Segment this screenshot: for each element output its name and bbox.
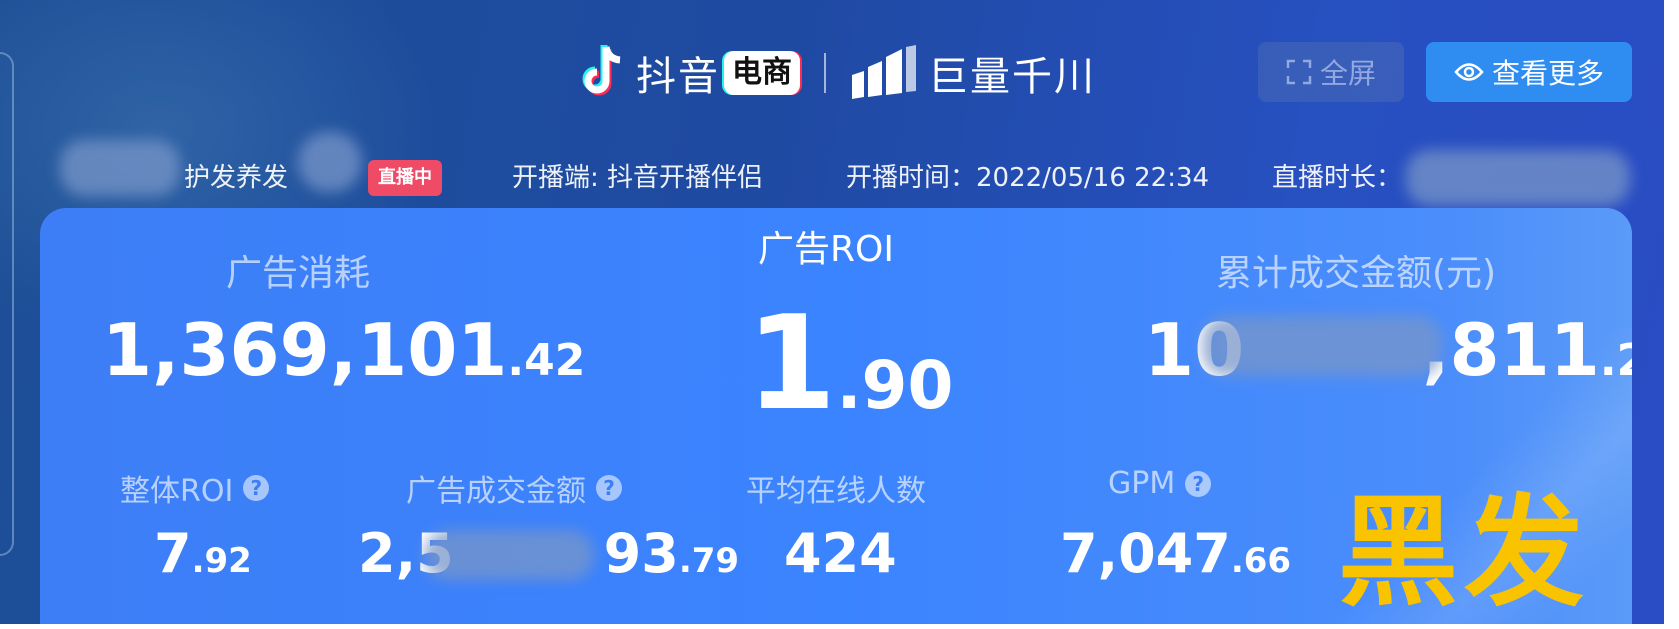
- view-more-button[interactable]: 查看更多: [1426, 42, 1632, 102]
- avg-online-label: 平均在线人数: [746, 466, 926, 510]
- avg-online-int: 424: [784, 522, 897, 585]
- gpm-label: GPM?: [1108, 466, 1212, 501]
- ad-gmv-label: 广告成交金额?: [406, 466, 622, 510]
- gpm-int: 7,047: [1060, 522, 1231, 585]
- left-frame: [0, 52, 14, 556]
- blurred-region: [298, 132, 362, 192]
- gpm-label-text: GPM: [1108, 466, 1176, 501]
- ad-roi-label: 广告ROI: [758, 229, 894, 270]
- ad-cost-value: 1,369,101.42: [102, 308, 585, 392]
- ad-gmv-dec: .79: [678, 541, 740, 581]
- ad-cost-int: 1,369,101: [102, 308, 508, 392]
- help-icon[interactable]: ?: [1185, 470, 1212, 497]
- ad-roi-value: 1.90: [746, 298, 953, 451]
- fullscreen-button[interactable]: 全屏: [1258, 42, 1404, 102]
- douyin-logo-icon: [580, 43, 628, 103]
- ad-gmv-int-tail: 93: [603, 522, 679, 585]
- ad-cost-dec: .42: [507, 335, 586, 386]
- overall-roi-label-text: 整体ROI: [120, 474, 234, 509]
- help-icon[interactable]: ?: [243, 475, 270, 501]
- gmv-label: 累计成交金额(元): [1216, 253, 1497, 294]
- overall-roi-label: 整体ROI?: [120, 466, 270, 510]
- overlay-caption: 黑发: [1338, 484, 1590, 623]
- douyin-brand-text: 抖音: [636, 54, 720, 100]
- fullscreen-icon: [1286, 59, 1312, 85]
- ad-cost-label: 广告消耗: [226, 253, 371, 294]
- ad-gmv-label-text: 广告成交金额: [406, 474, 586, 509]
- help-icon[interactable]: ?: [596, 475, 622, 501]
- avg-online-value: 424: [784, 522, 897, 585]
- blurred-ad-gmv: [424, 530, 594, 580]
- live-status-badge: 直播中: [368, 160, 442, 196]
- start-time: 开播时间：2022/05/16 22:34: [846, 163, 1210, 193]
- overall-roi-int: 7: [154, 522, 192, 585]
- blurred-gmv: [1202, 316, 1442, 376]
- overall-roi-dec: .92: [191, 541, 252, 581]
- header-logos: 抖音 电商 巨量千川: [580, 38, 1096, 108]
- eye-icon: [1454, 61, 1484, 83]
- overall-roi-value: 7.92: [154, 522, 252, 585]
- gmv-dec: .25: [1599, 335, 1632, 386]
- fullscreen-label: 全屏: [1319, 57, 1376, 90]
- qianchuan-logo-icon: [850, 45, 918, 101]
- qianchuan-brand-text: 巨量千川: [928, 54, 1096, 100]
- gpm-value: 7,047.66: [1060, 522, 1291, 585]
- view-more-label: 查看更多: [1491, 57, 1604, 90]
- gmv-int-tail: ,811: [1422, 308, 1600, 392]
- blurred-avatar: [60, 140, 180, 196]
- ad-roi-dec: .90: [836, 347, 954, 424]
- room-name: 护发养发: [184, 163, 289, 193]
- avg-online-label-text: 平均在线人数: [746, 474, 926, 509]
- ecommerce-pill: 电商: [724, 51, 800, 95]
- duration-label: 直播时长：: [1272, 163, 1403, 193]
- platform-info: 开播端: 抖音开播伴侣: [512, 163, 764, 193]
- dashboard-screen: 抖音 电商 巨量千川 全屏 查看更多 护发养发 直播中 开播端: 抖音开播伴侣 …: [0, 0, 1664, 624]
- ad-roi-int: 1: [746, 287, 837, 439]
- gpm-dec: .66: [1230, 541, 1292, 581]
- blurred-duration: [1406, 150, 1630, 206]
- logo-divider: [824, 53, 826, 93]
